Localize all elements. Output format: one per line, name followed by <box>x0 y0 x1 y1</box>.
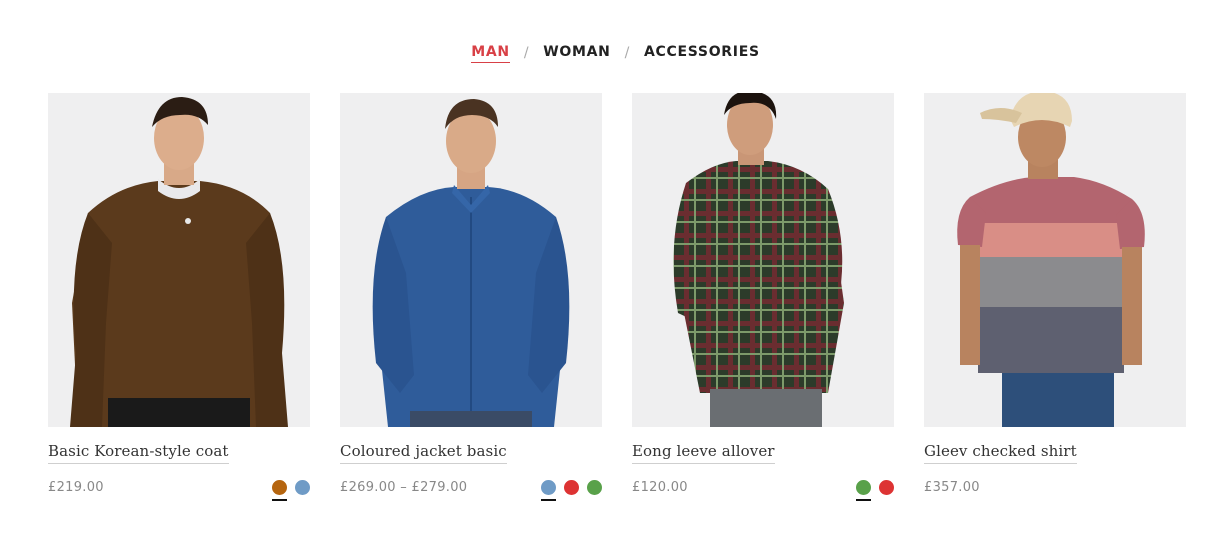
product-card: Gleev checked shirt £357.00 <box>924 93 1186 496</box>
tab-separator: / <box>523 45 530 61</box>
product-card: Eong leeve allover £120.00 <box>632 93 894 501</box>
product-title[interactable]: Basic Korean-style coat <box>48 442 229 464</box>
product-price: £357.00 <box>924 479 980 495</box>
product-price: £120.00 <box>632 479 688 495</box>
product-title[interactable]: Eong leeve allover <box>632 442 775 464</box>
tab-accessories[interactable]: ACCESSORIES <box>644 44 760 62</box>
product-title[interactable]: Gleev checked shirt <box>924 442 1077 464</box>
product-card: Coloured jacket basic £269.00 – £279.00 <box>340 93 602 501</box>
product-image-plaid-shirt[interactable] <box>632 93 894 427</box>
swatch-green[interactable] <box>856 479 871 501</box>
tab-man[interactable]: MAN <box>471 44 510 63</box>
tab-woman[interactable]: WOMAN <box>543 44 610 62</box>
product-image-blue-shirt[interactable] <box>340 93 602 427</box>
product-image-brown-sweater[interactable] <box>48 93 310 427</box>
swatch-blue[interactable] <box>295 479 310 495</box>
color-swatches <box>272 479 310 501</box>
swatch-green[interactable] <box>587 479 602 495</box>
swatch-blue[interactable] <box>541 479 556 501</box>
product-grid: Basic Korean-style coat £219.00 Coloured… <box>48 93 1186 501</box>
swatch-red[interactable] <box>879 479 894 495</box>
product-price: £219.00 <box>48 479 104 495</box>
color-swatches <box>856 479 894 501</box>
product-image-striped-polo[interactable] <box>924 93 1186 427</box>
color-swatches <box>541 479 602 501</box>
swatch-red[interactable] <box>564 479 579 495</box>
product-card: Basic Korean-style coat £219.00 <box>48 93 310 501</box>
swatch-orange[interactable] <box>272 479 287 501</box>
tab-separator: / <box>624 45 631 61</box>
product-price: £269.00 – £279.00 <box>340 479 468 495</box>
category-tabs: MAN / WOMAN / ACCESSORIES <box>0 42 1231 64</box>
product-title[interactable]: Coloured jacket basic <box>340 442 507 464</box>
